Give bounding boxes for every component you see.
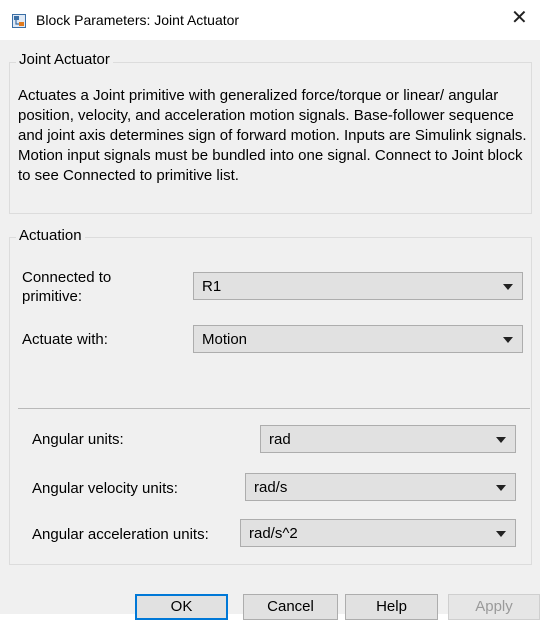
chevron-down-icon <box>496 437 506 443</box>
angular-velocity-units-value: rad/s <box>254 479 288 496</box>
section-divider <box>18 408 530 409</box>
ok-button[interactable]: OK <box>135 594 228 620</box>
angular-units-value: rad <box>269 431 291 448</box>
window-title: Block Parameters: Joint Actuator <box>36 12 240 28</box>
joint-actuator-group-title: Joint Actuator <box>16 51 113 68</box>
actuation-group-title: Actuation <box>16 227 85 244</box>
chevron-down-icon <box>496 531 506 537</box>
angular-acceleration-units-value: rad/s^2 <box>249 525 298 542</box>
connected-to-primitive-select[interactable]: R1 <box>193 272 523 300</box>
apply-button[interactable]: Apply <box>448 594 540 620</box>
angular-velocity-units-label: Angular velocity units: <box>32 480 178 497</box>
close-icon[interactable]: ✕ <box>511 8 528 28</box>
chevron-down-icon <box>503 284 513 290</box>
actuate-with-select[interactable]: Motion <box>193 325 523 353</box>
angular-acceleration-units-label: Angular acceleration units: <box>32 526 209 543</box>
actuate-with-value: Motion <box>202 331 248 348</box>
simulink-app-icon <box>12 14 26 28</box>
angular-acceleration-units-select[interactable]: rad/s^2 <box>240 519 516 547</box>
angular-units-select[interactable]: rad <box>260 425 516 453</box>
block-description: Actuates a Joint primitive with generali… <box>18 87 527 184</box>
title-bar: Block Parameters: Joint Actuator ✕ <box>0 0 540 40</box>
chevron-down-icon <box>496 485 506 491</box>
actuate-with-label: Actuate with: <box>22 331 108 348</box>
help-button[interactable]: Help <box>345 594 438 620</box>
cancel-button[interactable]: Cancel <box>243 594 338 620</box>
angular-units-label: Angular units: <box>32 431 124 448</box>
chevron-down-icon <box>503 337 513 343</box>
connected-to-primitive-value: R1 <box>202 278 222 295</box>
connected-to-primitive-label: Connected to primitive: <box>22 269 112 305</box>
angular-velocity-units-select[interactable]: rad/s <box>245 473 516 501</box>
